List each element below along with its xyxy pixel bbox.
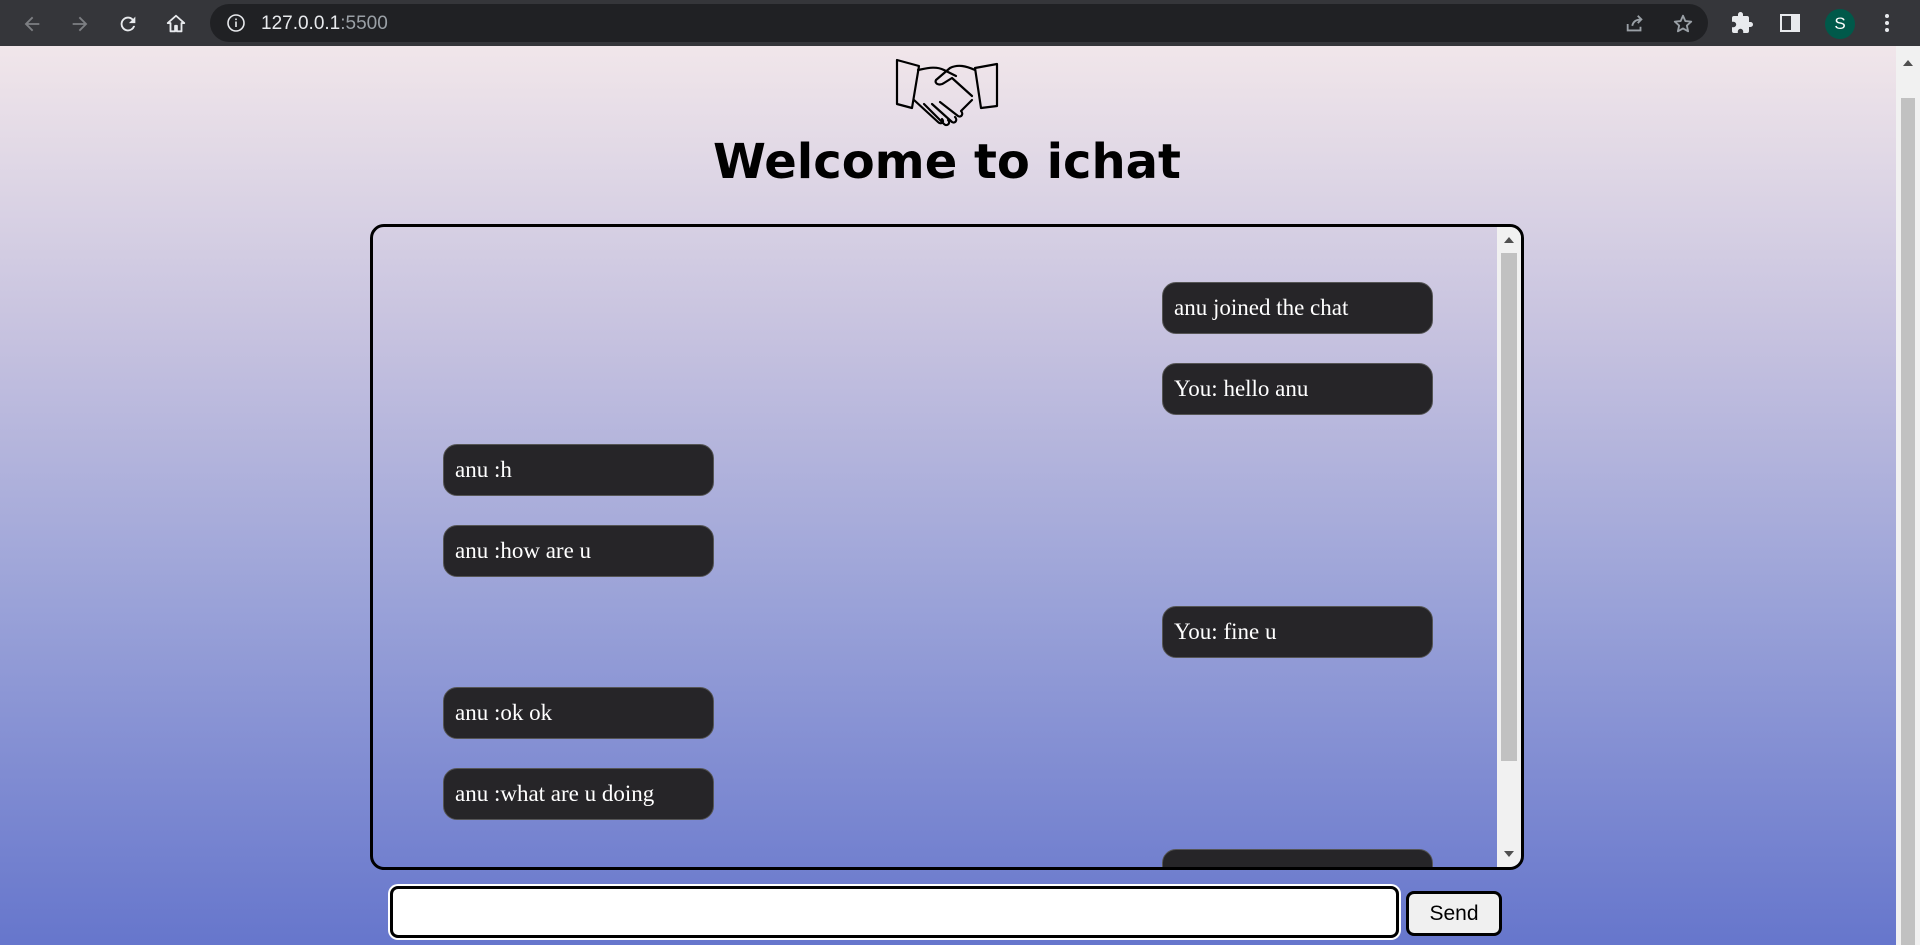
url-text: 127.0.0.1:5500 — [261, 13, 388, 35]
back-button[interactable] — [15, 7, 49, 41]
scroll-up-arrow-icon[interactable] — [1504, 237, 1514, 243]
scroll-down-arrow-icon[interactable] — [1504, 851, 1514, 857]
page-viewport: Welcome to ichat anu joined the chat You… — [0, 46, 1920, 945]
extensions-icon[interactable] — [1730, 11, 1754, 35]
message-bubble-right: anu joined the chat — [1162, 282, 1433, 334]
site-info-icon[interactable] — [226, 13, 246, 33]
send-button[interactable]: Send — [1406, 891, 1502, 936]
message-list: anu joined the chat You: hello anu anu :… — [373, 227, 1497, 867]
message-bubble-left: anu :what are u doing — [443, 768, 714, 820]
share-icon[interactable] — [1624, 13, 1646, 35]
url-port: :5500 — [340, 13, 388, 34]
bookmark-star-icon[interactable] — [1672, 13, 1694, 35]
page-title: Welcome to ichat — [713, 134, 1181, 190]
forward-button[interactable] — [63, 7, 97, 41]
message-input[interactable] — [390, 886, 1399, 938]
reload-icon — [120, 16, 136, 32]
message-bubble-right: You: hello anu — [1162, 363, 1433, 415]
page-scrollbar[interactable] — [1896, 46, 1920, 945]
chat-container[interactable]: anu joined the chat You: hello anu anu :… — [370, 224, 1524, 870]
message-bubble-left: anu :ok ok — [443, 687, 714, 739]
profile-avatar[interactable]: S — [1825, 9, 1855, 39]
side-panel-icon[interactable] — [1778, 11, 1802, 35]
chat-scrollbar[interactable] — [1497, 227, 1521, 867]
browser-toolbar: 127.0.0.1:5500 S — [0, 0, 1920, 46]
message-bubble-right — [1162, 849, 1433, 867]
forward-icon — [72, 16, 88, 32]
handshake-icon — [895, 58, 999, 127]
back-icon — [24, 16, 40, 32]
message-bubble-left: anu :how are u — [443, 525, 714, 577]
address-bar[interactable]: 127.0.0.1:5500 — [210, 4, 1708, 42]
page-scroll-up-arrow-icon[interactable] — [1903, 60, 1913, 66]
chat-scrollbar-thumb[interactable] — [1501, 253, 1517, 761]
message-bubble-right: You: fine u — [1162, 606, 1433, 658]
reload-button[interactable] — [111, 7, 145, 41]
url-host: 127.0.0.1 — [261, 13, 341, 34]
home-button[interactable] — [159, 7, 193, 41]
menu-icon[interactable] — [1875, 11, 1899, 35]
page-scrollbar-thumb[interactable] — [1901, 98, 1915, 945]
home-icon — [166, 14, 186, 33]
message-bubble-left: anu :h — [443, 444, 714, 496]
